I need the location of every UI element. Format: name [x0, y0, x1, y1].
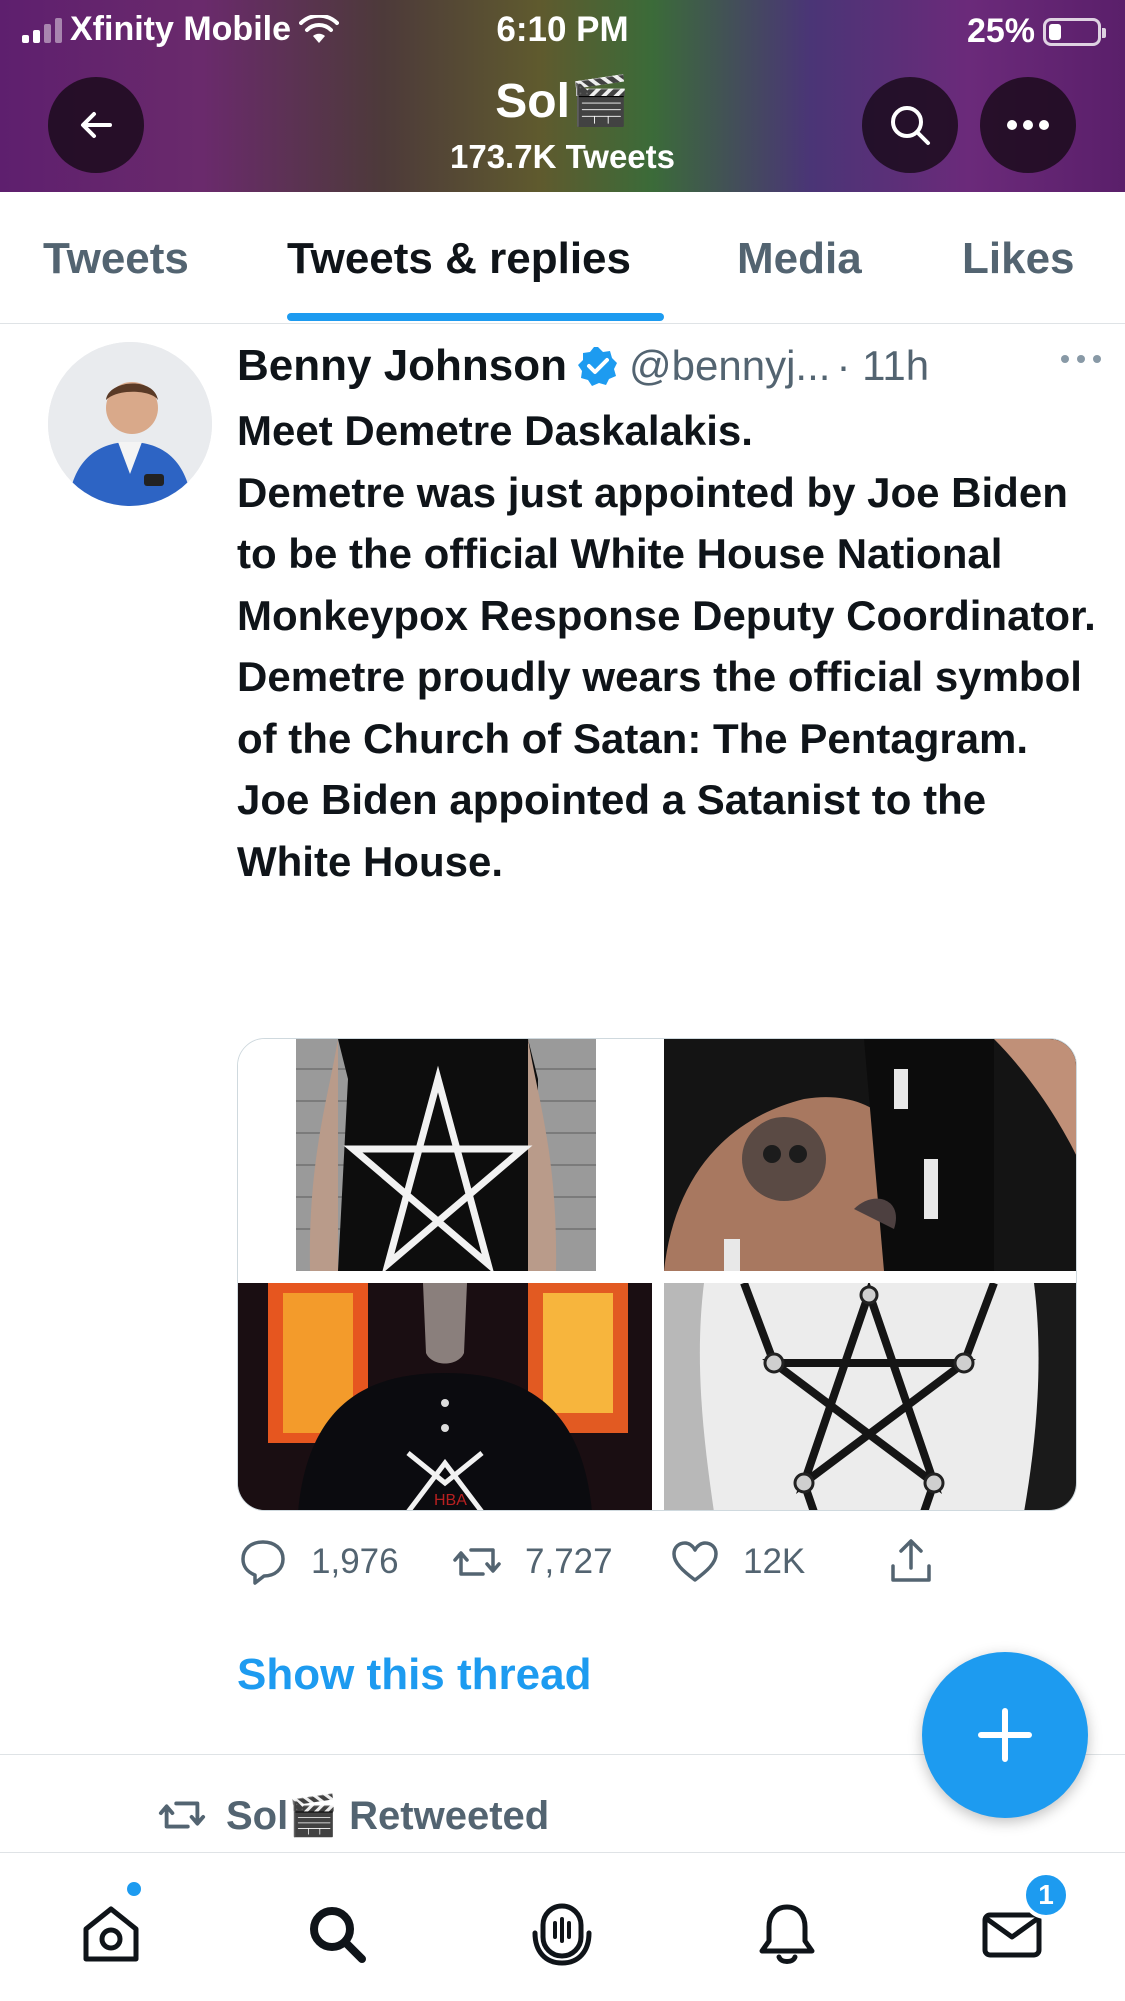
- retweeted-label: Sol🎬 Retweeted: [152, 1790, 549, 1840]
- tweet-text-line: Demetre was just appointed by Joe Biden …: [237, 468, 1096, 762]
- reply-count: 1,976: [311, 1542, 399, 1581]
- more-button[interactable]: [980, 77, 1076, 173]
- profile-header: Xfinity Mobile 6:10 PM 25% Sol🎬 173.7K T…: [0, 0, 1125, 192]
- tab-tweets-and-replies[interactable]: Tweets & replies: [287, 234, 631, 284]
- plus-icon: [978, 1708, 1032, 1762]
- author-name[interactable]: Benny Johnson: [237, 341, 567, 391]
- nav-home[interactable]: [76, 1899, 146, 1969]
- tweet-count: 173.7K Tweets: [449, 138, 675, 175]
- show-thread-link[interactable]: Show this thread: [237, 1650, 591, 1700]
- share-icon: [891, 1539, 931, 1582]
- search-button[interactable]: [862, 77, 958, 173]
- more-horizontal-icon: [1061, 355, 1101, 363]
- search-icon: [891, 106, 930, 145]
- avatar-photo: [48, 342, 212, 506]
- tab-media[interactable]: Media: [737, 234, 862, 284]
- tweet-media-grid: HBA: [237, 1038, 1077, 1511]
- home-notification-dot: [124, 1879, 144, 1899]
- tweet-time[interactable]: · 11h: [836, 342, 929, 390]
- nav-notifications[interactable]: [752, 1899, 822, 1969]
- retweet-icon: [453, 1548, 501, 1576]
- home-icon: [83, 1906, 139, 1962]
- reply-icon: [241, 1540, 285, 1585]
- profile-tabs: Tweets Tweets & replies Media Likes: [0, 192, 1125, 324]
- heart-icon: [672, 1541, 718, 1582]
- tweet-text-line: Meet Demetre Daskalakis.: [237, 407, 753, 454]
- notifications-icon: [759, 1904, 815, 1964]
- retweeted-by-text: Sol🎬 Retweeted: [226, 1793, 550, 1838]
- tab-likes[interactable]: Likes: [962, 234, 1075, 284]
- spaces-icon: [532, 1903, 592, 1966]
- status-bar: Xfinity Mobile 6:10 PM 25%: [0, 0, 1125, 62]
- retweet-button[interactable]: 7,727: [451, 1536, 613, 1588]
- reply-button[interactable]: 1,976: [237, 1536, 399, 1588]
- messages-badge: 1: [1022, 1871, 1070, 1919]
- retweet-icon: [158, 1801, 206, 1829]
- bottom-navigation: 1: [0, 1852, 1125, 2001]
- media-image-2[interactable]: [664, 1039, 1076, 1271]
- tweet-actions: 1,976 7,727 12K: [237, 1536, 977, 1592]
- nav-search[interactable]: [302, 1899, 372, 1969]
- author-avatar[interactable]: [48, 342, 212, 506]
- compose-tweet-button[interactable]: [922, 1652, 1088, 1818]
- battery-percent: 25%: [966, 12, 1035, 50]
- battery-icon: [1043, 17, 1106, 46]
- tab-tweets[interactable]: Tweets: [43, 234, 189, 284]
- media-image-4[interactable]: [664, 1283, 1076, 1510]
- tweet-more-button[interactable]: [1059, 352, 1103, 370]
- tweet-text-line: Joe Biden appointed a Satanist to the Wh…: [237, 776, 987, 885]
- like-count: 12K: [743, 1542, 806, 1581]
- media-image-3[interactable]: HBA: [238, 1283, 652, 1510]
- media-image-1[interactable]: [238, 1039, 652, 1271]
- battery-status: 25%: [966, 12, 1106, 51]
- like-button[interactable]: 12K: [669, 1536, 805, 1588]
- tweet-text: Meet Demetre Daskalakis. Demetre was jus…: [237, 400, 1097, 892]
- more-horizontal-icon: [1007, 120, 1049, 130]
- author-handle[interactable]: @bennyj...: [629, 342, 830, 390]
- tweet-header: Benny Johnson @bennyj... · 11h: [237, 338, 1095, 394]
- active-tab-indicator: [287, 313, 664, 321]
- search-icon: [310, 1907, 366, 1963]
- svg-text:HBA: HBA: [434, 1492, 467, 1509]
- retweet-count: 7,727: [525, 1542, 613, 1581]
- nav-spaces[interactable]: [527, 1899, 597, 1969]
- share-button[interactable]: [885, 1536, 937, 1588]
- status-time: 6:10 PM: [496, 10, 629, 49]
- verified-badge-icon: [578, 347, 618, 386]
